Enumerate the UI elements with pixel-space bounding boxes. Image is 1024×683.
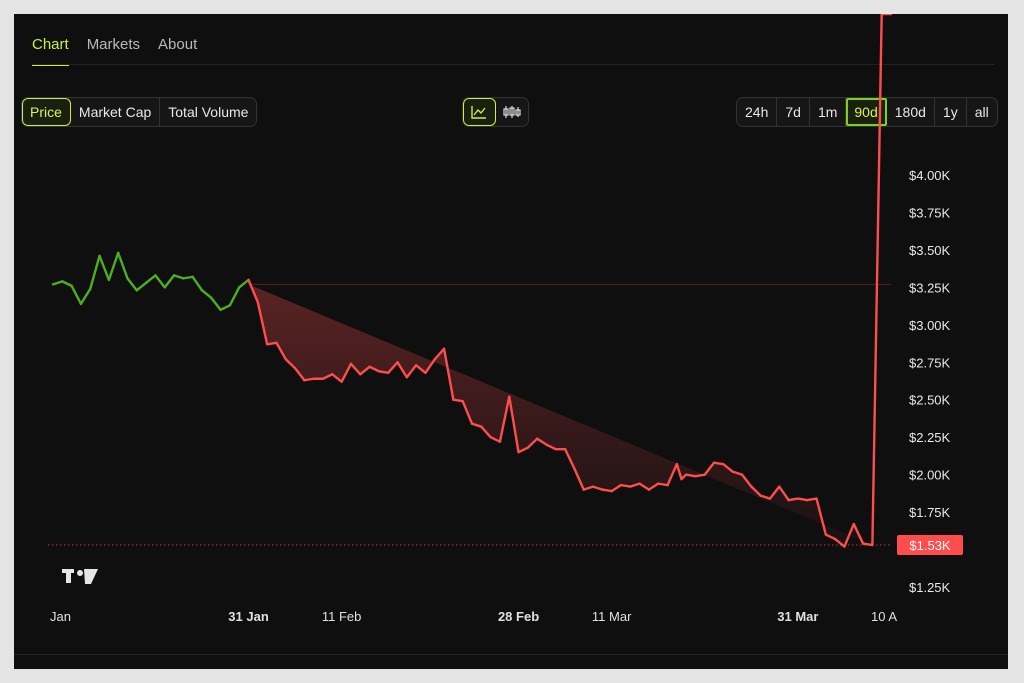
price-line-segment (154, 274, 166, 289)
price-line-segment (303, 377, 315, 382)
y-tick-label: $3.75K (909, 205, 951, 220)
price-line-segment (163, 274, 176, 289)
x-tick-label: Jan (50, 609, 71, 624)
price-line-segment (135, 281, 148, 292)
x-tick-label: 28 Feb (498, 609, 539, 624)
x-tick-label: 11 Mar (592, 609, 632, 624)
price-line-segment (79, 287, 92, 306)
price-line-segment (107, 251, 120, 282)
price-line-segment (182, 275, 194, 280)
price-line-segment (787, 497, 800, 502)
y-tick-label: $2.75K (909, 355, 951, 370)
price-line-segment (377, 370, 390, 374)
y-tick-label: $1.25K (909, 580, 951, 595)
y-tick-label: $4.00K (909, 168, 951, 183)
price-line-segment (452, 398, 464, 403)
price-line-segment (712, 461, 725, 466)
price-line-segment (126, 277, 139, 292)
price-line-segment (238, 278, 250, 289)
price-line-segment (796, 497, 809, 502)
price-line-segment (98, 254, 111, 282)
current-price-label: $1.53K (909, 538, 951, 553)
price-line-segment (601, 488, 613, 493)
price-line-segment (191, 275, 204, 292)
x-tick-label: 11 Feb (322, 609, 362, 624)
price-line-segment (694, 473, 706, 478)
price-line-segment (51, 280, 64, 286)
price-line-segment (89, 254, 101, 291)
loss-area (248, 279, 873, 547)
x-tick-label: 31 Jan (228, 609, 269, 624)
price-line-segment (265, 341, 278, 346)
price-line-segment (70, 284, 83, 306)
y-tick-label: $3.50K (909, 243, 951, 258)
tradingview-logo (62, 569, 98, 584)
y-tick-label: $2.50K (909, 393, 951, 408)
price-line-segment (657, 482, 669, 487)
price-line-segment (144, 274, 157, 285)
y-tick-label: $2.00K (909, 468, 951, 483)
price-line-segment (61, 280, 73, 288)
price-line-segment (200, 289, 213, 300)
y-tick-label: $2.25K (909, 430, 951, 445)
price-line-segment (116, 251, 129, 280)
y-tick-label: $3.25K (909, 280, 951, 295)
price-line-segment (210, 296, 222, 312)
y-tick-label: $3.00K (909, 318, 951, 333)
price-line-segment (219, 304, 232, 312)
price-line-segment (806, 497, 818, 502)
price-line-segment (684, 473, 697, 478)
price-chart[interactable]: $4.00K $3.75K $3.50K $3.25K $3.00K $2.75K $2.5… (14, 14, 1008, 669)
price-line-segment (172, 274, 185, 280)
price-line-segment (619, 483, 632, 488)
y-tick-label: $1.75K (909, 505, 951, 520)
chart-panel: Chart Markets About Price Market Cap Tot… (14, 14, 1008, 669)
x-tick-label: 31 Mar (777, 609, 818, 624)
price-line-segment (228, 286, 241, 307)
price-line-segment (871, 14, 883, 547)
x-tick-label: 10 A (871, 609, 897, 624)
panel-bottom-divider (14, 654, 1008, 655)
